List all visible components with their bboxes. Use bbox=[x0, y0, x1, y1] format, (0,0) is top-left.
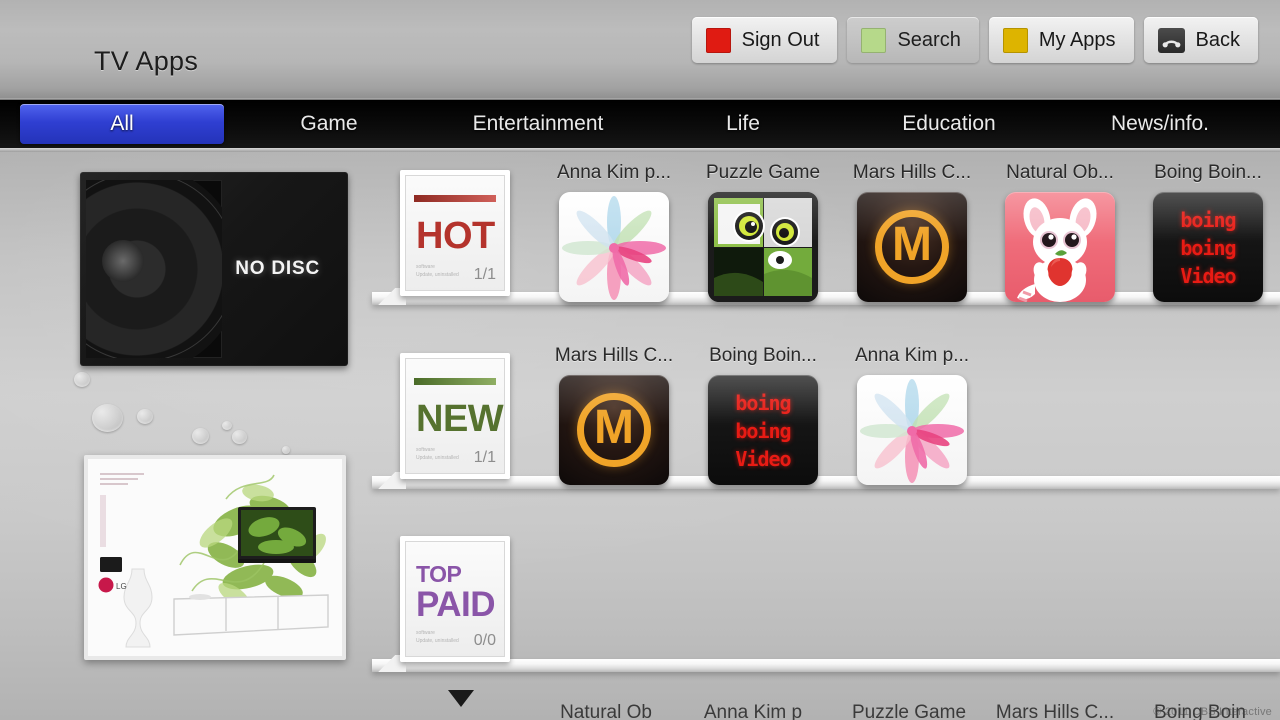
tab-all[interactable]: All bbox=[20, 104, 224, 144]
tab-education[interactable]: Education bbox=[840, 104, 1058, 144]
back-button[interactable]: Back bbox=[1143, 17, 1258, 63]
natural-fox-icon bbox=[1005, 192, 1115, 302]
app-label: Natural Ob... bbox=[1006, 162, 1114, 183]
app-label: Boing Boin... bbox=[1154, 162, 1262, 183]
category-card-new[interactable]: NEW software Update, uninstalled 1/1 bbox=[400, 353, 510, 479]
top-paid-subtext: software Update, uninstalled bbox=[416, 630, 459, 644]
droplet-decor bbox=[232, 430, 247, 444]
mars-letter: M bbox=[577, 393, 651, 467]
svg-text:LG: LG bbox=[116, 582, 127, 591]
app-label: Anna Kim p... bbox=[556, 162, 672, 183]
disc-status-panel[interactable]: NO DISC bbox=[80, 172, 348, 366]
app-label: Mars Hills C... bbox=[554, 345, 674, 366]
header-button-group: Sign Out Search My Apps Back bbox=[691, 17, 1258, 63]
mars-letter: M bbox=[875, 210, 949, 284]
red-square-icon bbox=[705, 27, 731, 53]
hot-title: HOT bbox=[416, 215, 495, 257]
my-apps-label: My Apps bbox=[1038, 28, 1116, 51]
green-square-icon bbox=[861, 27, 887, 53]
no-disc-label: NO DISC bbox=[235, 258, 320, 279]
droplet-decor bbox=[74, 372, 90, 387]
boing-line-1: boing bbox=[1180, 208, 1236, 232]
new-count: 1/1 bbox=[473, 449, 496, 466]
partial-app-label-4: Mars Hills C... bbox=[995, 702, 1115, 720]
tab-entertainment[interactable]: Entertainment bbox=[430, 104, 646, 144]
back-arrow-icon bbox=[1157, 27, 1185, 53]
boing-line-3: Video bbox=[735, 447, 791, 471]
partial-app-label-3: Puzzle Game bbox=[851, 702, 967, 720]
boing-line-2: boing bbox=[1180, 236, 1236, 260]
hot-accent-rule bbox=[414, 195, 496, 202]
promo-artwork: LG bbox=[88, 459, 342, 656]
hot-count: 1/1 bbox=[473, 266, 496, 283]
top-paid-title-line1: TOP bbox=[416, 561, 462, 587]
partial-app-label-1: Natural Ob bbox=[560, 702, 652, 720]
category-card-hot[interactable]: HOT software Update, uninstalled 1/1 bbox=[400, 170, 510, 296]
new-accent-rule bbox=[414, 378, 496, 385]
droplet-decor bbox=[92, 404, 123, 432]
search-label: Search bbox=[897, 28, 961, 51]
yellow-square-icon bbox=[1002, 27, 1028, 53]
boing-line-3: Video bbox=[1180, 264, 1236, 288]
droplet-decor bbox=[222, 421, 232, 430]
app-label: Puzzle Game bbox=[705, 162, 821, 183]
tv-apps-screen: TV Apps Sign Out Search My Apps Back All… bbox=[0, 0, 1280, 720]
search-button[interactable]: Search bbox=[847, 17, 979, 63]
mars-m-icon: M bbox=[857, 192, 967, 302]
boing-boing-video-icon: boing boing Video bbox=[1153, 192, 1263, 302]
droplet-decor bbox=[137, 409, 153, 424]
my-apps-button[interactable]: My Apps bbox=[988, 17, 1134, 63]
category-tab-bar: All Game Entertainment Life Education Ne… bbox=[0, 100, 1280, 152]
tab-news-info[interactable]: News/info. bbox=[1060, 104, 1260, 144]
app-label: Anna Kim p... bbox=[854, 345, 970, 366]
droplet-decor bbox=[192, 428, 209, 444]
header-bar: TV Apps Sign Out Search My Apps Back bbox=[0, 0, 1280, 100]
boing-boing-video-icon: boing boing Video bbox=[708, 375, 818, 485]
puzzle-panda-icon bbox=[708, 192, 818, 302]
category-card-top-paid[interactable]: TOP PAID software Update, uninstalled 0/… bbox=[400, 536, 510, 662]
scroll-down-arrow[interactable] bbox=[448, 690, 474, 707]
partial-app-label-2: Anna Kim p bbox=[703, 702, 803, 720]
boing-line-1: boing bbox=[735, 391, 791, 415]
anna-flower-icon bbox=[857, 375, 967, 485]
tab-game[interactable]: Game bbox=[245, 104, 413, 144]
hot-subtext: software Update, uninstalled bbox=[416, 264, 459, 278]
page-title: TV Apps bbox=[94, 46, 199, 76]
boing-line-2: boing bbox=[735, 419, 791, 443]
new-subtext: software Update, uninstalled bbox=[416, 447, 459, 461]
new-title: NEW bbox=[416, 398, 504, 440]
sign-out-label: Sign Out bbox=[741, 28, 820, 51]
anna-flower-icon bbox=[559, 192, 669, 302]
sign-out-button[interactable]: Sign Out bbox=[691, 17, 838, 63]
promo-banner[interactable]: LG bbox=[84, 455, 346, 660]
copyright-watermark: © 2011 CBS Interactive bbox=[1153, 706, 1272, 718]
top-paid-title-line2: PAID bbox=[416, 585, 496, 624]
tab-life[interactable]: Life bbox=[665, 104, 821, 144]
app-label: Boing Boin... bbox=[709, 345, 817, 366]
app-label: Mars Hills C... bbox=[852, 162, 972, 183]
droplet-decor bbox=[282, 446, 290, 454]
mars-m-icon: M bbox=[559, 375, 669, 485]
top-paid-count: 0/0 bbox=[473, 632, 496, 649]
disc-artwork bbox=[86, 180, 222, 358]
back-label: Back bbox=[1195, 28, 1240, 51]
